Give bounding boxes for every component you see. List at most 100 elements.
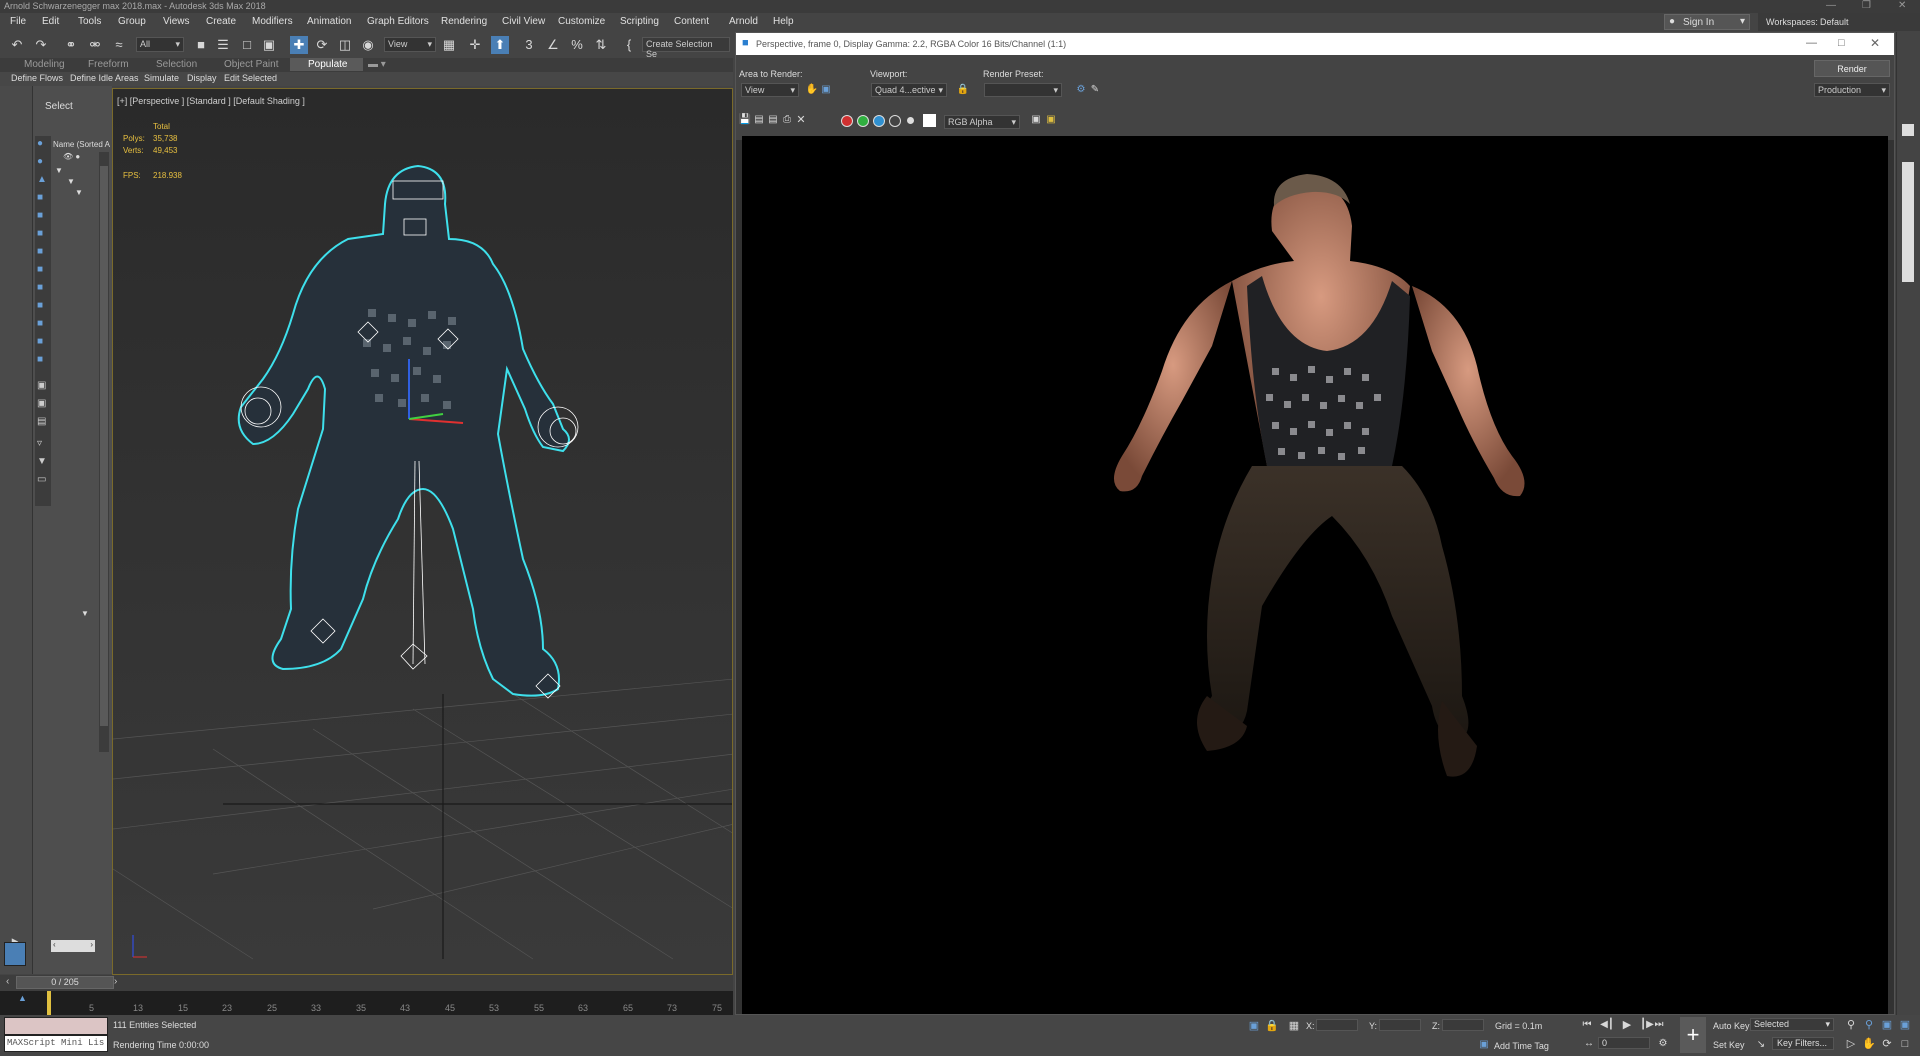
container-icon[interactable]: ▭ [37, 474, 46, 485]
name-column-header[interactable]: Name (Sorted A [53, 140, 110, 149]
key-filters-button[interactable]: Key Filters... [1772, 1037, 1834, 1050]
menu-animation[interactable]: Animation [307, 16, 351, 27]
tree-expand-icon[interactable]: ▼ [75, 188, 83, 197]
minimize-icon[interactable]: — [1826, 0, 1836, 11]
close-icon[interactable]: ✕ [1870, 36, 1880, 50]
key-mode-dropdown[interactable]: Selected ▾ [1750, 1018, 1834, 1031]
tab-modeling[interactable]: Modeling [24, 59, 65, 70]
menu-help[interactable]: Help [773, 16, 794, 27]
display-helpers-icon[interactable]: ■ [37, 228, 43, 239]
menu-edit[interactable]: Edit [42, 16, 59, 27]
x-coordinate-field[interactable] [1316, 1019, 1358, 1031]
render-button[interactable]: Render [1814, 60, 1890, 77]
blue-channel-icon[interactable] [873, 115, 885, 127]
ribbon-options-icon[interactable]: ▬ ▾ [368, 59, 386, 70]
absolute-mode-icon[interactable]: ▦ [1285, 1017, 1303, 1035]
define-flows-button[interactable]: Define Flows [11, 73, 63, 83]
display-button[interactable]: Display [187, 73, 217, 83]
select-by-name-icon[interactable]: ☰ [214, 36, 232, 54]
display-none-icon[interactable]: ● [37, 138, 43, 149]
y-coordinate-field[interactable] [1379, 1019, 1421, 1031]
display-groups-icon[interactable]: ■ [37, 318, 43, 329]
named-selection-dropdown[interactable]: Create Selection Se [642, 37, 730, 59]
workspaces-selector[interactable]: Workspaces: Default [1758, 13, 1920, 31]
display-all-icon[interactable]: ■ [37, 354, 43, 365]
display-geometry-icon[interactable]: ● [37, 156, 43, 167]
menu-tools[interactable]: Tools [78, 16, 101, 27]
reference-coordinate-dropdown[interactable]: View ▾ [384, 37, 436, 52]
maxscript-listener-red[interactable] [4, 1017, 108, 1035]
viewport-layout-icon[interactable] [4, 942, 26, 966]
minimize-icon[interactable]: — [1806, 37, 1817, 49]
funnel-icon[interactable]: ▼ [37, 456, 47, 467]
close-icon[interactable]: ✕ [1898, 0, 1906, 11]
menu-group[interactable]: Group [118, 16, 146, 27]
redo-icon[interactable]: ↷ [32, 36, 50, 54]
edit-selected-button[interactable]: Edit Selected [224, 73, 277, 83]
menu-graph-editors[interactable]: Graph Editors [367, 16, 429, 27]
toggle-ui-icon[interactable]: ▣ [1042, 111, 1060, 129]
alpha-channel-icon[interactable] [889, 115, 901, 127]
horizontal-scrollbar[interactable]: ‹ › [51, 940, 95, 952]
snaps-toggle-icon[interactable]: 3 [520, 36, 538, 54]
edit-named-selection-icon[interactable]: { [620, 36, 638, 54]
area-to-render-dropdown[interactable]: View ▾ [741, 83, 799, 97]
zoom-all-icon[interactable]: ⚲ [1860, 1016, 1878, 1034]
zoom-extents-icon[interactable]: ▣ [1878, 1016, 1896, 1034]
link-icon[interactable]: ⚭ [62, 36, 80, 54]
expand-arrow-icon[interactable]: ▼ [81, 609, 89, 618]
tree-expand-icon[interactable]: ▼ [55, 166, 63, 175]
key-mode-toggle-icon[interactable]: ↔ [1580, 1035, 1598, 1053]
tab-object-paint[interactable]: Object Paint [224, 59, 278, 70]
display-bones-icon[interactable]: ■ [37, 264, 43, 275]
selection-filter-dropdown[interactable]: All ▾ [136, 37, 184, 52]
percent-snap-icon[interactable]: % [568, 36, 586, 54]
swatch-icon[interactable] [923, 114, 936, 127]
pivot-center-icon[interactable]: ▦ [440, 36, 458, 54]
channel-dropdown[interactable]: RGB Alpha ▾ [944, 115, 1020, 129]
placement-icon[interactable]: ◉ [359, 36, 377, 54]
time-prev-arrow-icon[interactable]: ‹ [6, 976, 9, 987]
maximize-viewport-icon[interactable]: □ [1896, 1035, 1914, 1053]
explorer-scrollbar[interactable] [99, 152, 109, 752]
window-crossing-icon[interactable]: ▣ [260, 36, 278, 54]
track-bar-icon[interactable]: ▲ [18, 993, 27, 1003]
selection-lock-icon[interactable]: 🔒 [1263, 1017, 1281, 1035]
display-space-warps-icon[interactable]: ■ [37, 246, 43, 257]
menu-views[interactable]: Views [163, 16, 190, 27]
current-frame-field[interactable]: 0 [1598, 1037, 1650, 1049]
tree-expand-icon[interactable]: ▼ [67, 177, 75, 186]
set-key-big-button[interactable]: + [1680, 1017, 1706, 1053]
red-channel-icon[interactable] [841, 115, 853, 127]
zoom-icon[interactable]: ⚲ [1842, 1016, 1860, 1034]
display-lights-icon[interactable]: ■ [37, 192, 43, 203]
zoom-extents-all-icon[interactable]: ▣ [1896, 1016, 1914, 1034]
restore-icon[interactable]: ❐ [1862, 0, 1871, 11]
clear-icon[interactable]: ✕ [792, 111, 810, 129]
menu-modifiers[interactable]: Modifiers [252, 16, 293, 27]
pan-view-icon[interactable]: ✋ [1860, 1035, 1878, 1053]
maximize-icon[interactable]: □ [1838, 37, 1845, 49]
display-shapes-icon[interactable]: ▲ [37, 174, 47, 185]
auto-region-icon[interactable]: ▣ [817, 81, 835, 99]
display-containers-icon[interactable]: ■ [37, 282, 43, 293]
menu-create[interactable]: Create [206, 16, 236, 27]
menu-arnold[interactable]: Arnold [729, 16, 758, 27]
select-manipulate-icon[interactable]: ✛ [466, 36, 484, 54]
previous-frame-icon[interactable]: ◀┃ [1598, 1016, 1616, 1034]
keyboard-shortcut-override-icon[interactable]: ⬆ [491, 36, 509, 54]
key-tangent-icon[interactable]: ↘ [1752, 1036, 1770, 1054]
play-icon[interactable]: ▶ [1618, 1016, 1636, 1034]
bind-space-warp-icon[interactable]: ≈ [110, 36, 128, 54]
list-icon[interactable]: ▤ [37, 416, 46, 427]
find-icon[interactable]: ▣ [37, 380, 46, 391]
display-cameras-icon[interactable]: ■ [37, 210, 43, 221]
perspective-viewport[interactable]: [+] [Perspective ] [Standard ] [Default … [112, 88, 733, 975]
command-panel-scrollbar[interactable] [1896, 32, 1920, 1015]
lock-viewport-icon[interactable]: 🔒 [954, 81, 972, 99]
menu-customize[interactable]: Customize [558, 16, 605, 27]
menu-civil-view[interactable]: Civil View [502, 16, 545, 27]
unlink-icon[interactable]: ⚮ [86, 36, 104, 54]
tab-populate[interactable]: Populate [290, 58, 364, 71]
isolate-selection-icon[interactable]: ▣ [1245, 1017, 1263, 1035]
